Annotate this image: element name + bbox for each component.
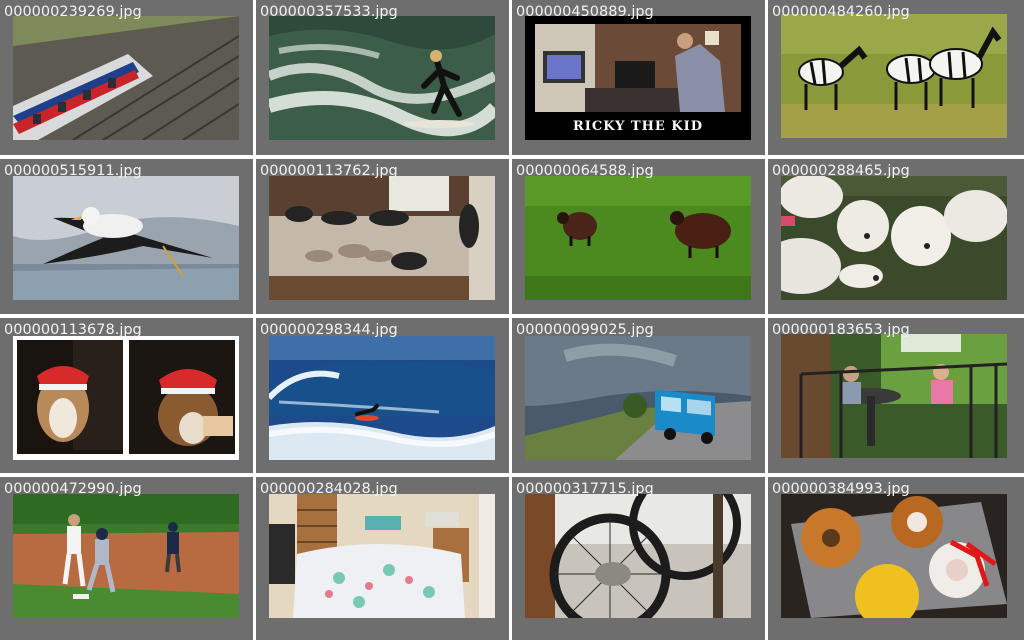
image-gallery-grid: 000000239269.jpg 000000357533.jpg RICKY …: [0, 0, 1024, 640]
gallery-tile[interactable]: 000000113678.jpg: [0, 318, 253, 473]
thumbnail-image-baseball[interactable]: [13, 494, 239, 618]
gallery-tile[interactable]: 000000298344.jpg: [256, 318, 509, 473]
thumbnail-image-sheep-field[interactable]: [525, 176, 751, 300]
gallery-tile[interactable]: 000000472990.jpg: [0, 477, 253, 640]
svg-text:RICKY THE KID: RICKY THE KID: [573, 119, 703, 134]
gallery-tile[interactable]: 000000099025.jpg: [512, 318, 765, 473]
thumbnail-image-porch[interactable]: [781, 334, 1007, 458]
gallery-tile[interactable]: RICKY THE KID 000000450889.jpg: [512, 0, 765, 155]
gallery-tile[interactable]: 000000384993.jpg: [768, 477, 1024, 640]
gallery-tile[interactable]: 000000357533.jpg: [256, 0, 509, 155]
gallery-tile[interactable]: 000000484260.jpg: [768, 0, 1024, 155]
gallery-tile[interactable]: 000000317715.jpg: [512, 477, 765, 640]
thumbnail-image-donuts[interactable]: [781, 494, 1007, 618]
thumbnail-image-wave[interactable]: [269, 336, 495, 460]
thumbnail-image-bus[interactable]: [525, 336, 751, 460]
thumbnail-image-bike-cat[interactable]: [525, 494, 751, 618]
thumbnail-image-cats[interactable]: [269, 176, 495, 300]
thumbnail-image-zebras[interactable]: [781, 14, 1007, 138]
thumbnail-image-ricky[interactable]: RICKY THE KID: [525, 16, 751, 140]
gallery-tile[interactable]: 000000239269.jpg: [0, 0, 253, 155]
thumbnail-image-dogs[interactable]: [13, 336, 239, 460]
thumbnail-image-surfer[interactable]: [269, 16, 495, 140]
thumbnail-image-gull[interactable]: [13, 176, 239, 300]
thumbnail-image-train[interactable]: [13, 16, 239, 140]
gallery-tile[interactable]: 000000064588.jpg: [512, 159, 765, 314]
gallery-tile[interactable]: 000000113762.jpg: [256, 159, 509, 314]
thumbnail-image-sheep-flock[interactable]: [781, 176, 1007, 300]
gallery-tile[interactable]: 000000515911.jpg: [0, 159, 253, 314]
gallery-tile[interactable]: 000000284028.jpg: [256, 477, 509, 640]
gallery-tile[interactable]: 000000183653.jpg: [768, 318, 1024, 473]
gallery-tile[interactable]: 000000288465.jpg: [768, 159, 1024, 314]
thumbnail-image-bedroom[interactable]: [269, 494, 495, 618]
